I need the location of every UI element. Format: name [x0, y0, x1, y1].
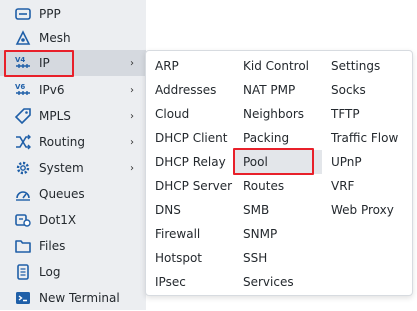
- sidebar-item-routing[interactable]: Routing ›: [0, 129, 146, 155]
- chevron-right-icon: ›: [130, 57, 134, 69]
- sidebar-item-mpls[interactable]: MPLS ›: [0, 103, 146, 129]
- menu-item-traffic-flow[interactable]: Traffic Flow: [331, 126, 398, 150]
- menu-item-arp[interactable]: ARP: [155, 54, 179, 78]
- menu-item-packing[interactable]: Packing: [243, 126, 289, 150]
- ipv6-icon: V6: [13, 80, 33, 100]
- sidebar-item-label: Routing: [39, 135, 86, 149]
- log-icon: [13, 262, 33, 282]
- menu-item-nat-pmp[interactable]: NAT PMP: [243, 78, 295, 102]
- ip-submenu: ARP Addresses Cloud DHCP Client DHCP Rel…: [145, 50, 413, 296]
- menu-item-neighbors[interactable]: Neighbors: [243, 102, 304, 126]
- terminal-icon: [13, 288, 33, 308]
- menu-item-settings[interactable]: Settings: [331, 54, 380, 78]
- menu-item-upnp[interactable]: UPnP: [331, 150, 362, 174]
- svg-text:V6: V6: [15, 83, 25, 91]
- pool-highlight-box: [233, 148, 314, 175]
- menu-item-cloud[interactable]: Cloud: [155, 102, 189, 126]
- menu-item-firewall[interactable]: Firewall: [155, 222, 200, 246]
- sidebar-item-label: Dot1X: [39, 213, 77, 227]
- gear-icon: [13, 158, 33, 178]
- ip-highlight-box: [4, 50, 74, 77]
- folder-icon: [13, 236, 33, 256]
- sidebar-item-label: New Terminal: [39, 291, 120, 305]
- menu-item-services[interactable]: Services: [243, 270, 294, 294]
- sidebar-item-files[interactable]: Files: [0, 233, 146, 259]
- sidebar-item-queues[interactable]: Queues: [0, 181, 146, 207]
- sidebar-item-label: MPLS: [39, 109, 71, 123]
- menu-item-ipsec[interactable]: IPsec: [155, 270, 186, 294]
- queues-icon: [13, 184, 33, 204]
- menu-item-tftp[interactable]: TFTP: [331, 102, 360, 126]
- sidebar-item-log[interactable]: Log: [0, 259, 146, 285]
- sidebar-item-ipv6[interactable]: V6 IPv6 ›: [0, 77, 146, 103]
- sidebar-item-label: PPP: [39, 7, 61, 21]
- menu-item-addresses[interactable]: Addresses: [155, 78, 216, 102]
- sidebar-item-label: Mesh: [39, 31, 71, 45]
- menu-item-web-proxy[interactable]: Web Proxy: [331, 198, 394, 222]
- menu-item-smb[interactable]: SMB: [243, 198, 269, 222]
- menu-item-dhcp-relay[interactable]: DHCP Relay: [155, 150, 226, 174]
- sidebar-item-system[interactable]: System ›: [0, 155, 146, 181]
- mesh-icon: [13, 28, 33, 48]
- sidebar: PPP Mesh V4 IP › V6 IPv6 › MPLS › Routin: [0, 0, 146, 310]
- menu-item-dhcp-client[interactable]: DHCP Client: [155, 126, 227, 150]
- sidebar-item-label: IPv6: [39, 83, 65, 97]
- sidebar-item-label: System: [39, 161, 84, 175]
- menu-item-routes[interactable]: Routes: [243, 174, 284, 198]
- sidebar-item-dot1x[interactable]: Dot1X: [0, 207, 146, 233]
- sidebar-item-new-terminal[interactable]: New Terminal: [0, 285, 146, 311]
- sidebar-item-label: Log: [39, 265, 61, 279]
- routing-icon: [13, 132, 33, 152]
- sidebar-item-label: Queues: [39, 187, 85, 201]
- menu-item-vrf[interactable]: VRF: [331, 174, 354, 198]
- menu-item-snmp[interactable]: SNMP: [243, 222, 277, 246]
- chevron-right-icon: ›: [130, 162, 134, 174]
- menu-item-dhcp-server[interactable]: DHCP Server: [155, 174, 232, 198]
- ppp-icon: [13, 4, 33, 24]
- menu-item-dns[interactable]: DNS: [155, 198, 181, 222]
- dot1x-icon: [13, 210, 33, 230]
- menu-item-kid-control[interactable]: Kid Control: [243, 54, 309, 78]
- mpls-icon: [13, 106, 33, 126]
- sidebar-item-label: Files: [39, 239, 66, 253]
- menu-item-ssh[interactable]: SSH: [243, 246, 267, 270]
- chevron-right-icon: ›: [130, 110, 134, 122]
- sidebar-item-ppp[interactable]: PPP: [0, 1, 146, 27]
- menu-item-hotspot[interactable]: Hotspot: [155, 246, 202, 270]
- menu-item-socks[interactable]: Socks: [331, 78, 366, 102]
- sidebar-item-mesh[interactable]: Mesh: [0, 25, 146, 51]
- chevron-right-icon: ›: [130, 136, 134, 148]
- chevron-right-icon: ›: [130, 84, 134, 96]
